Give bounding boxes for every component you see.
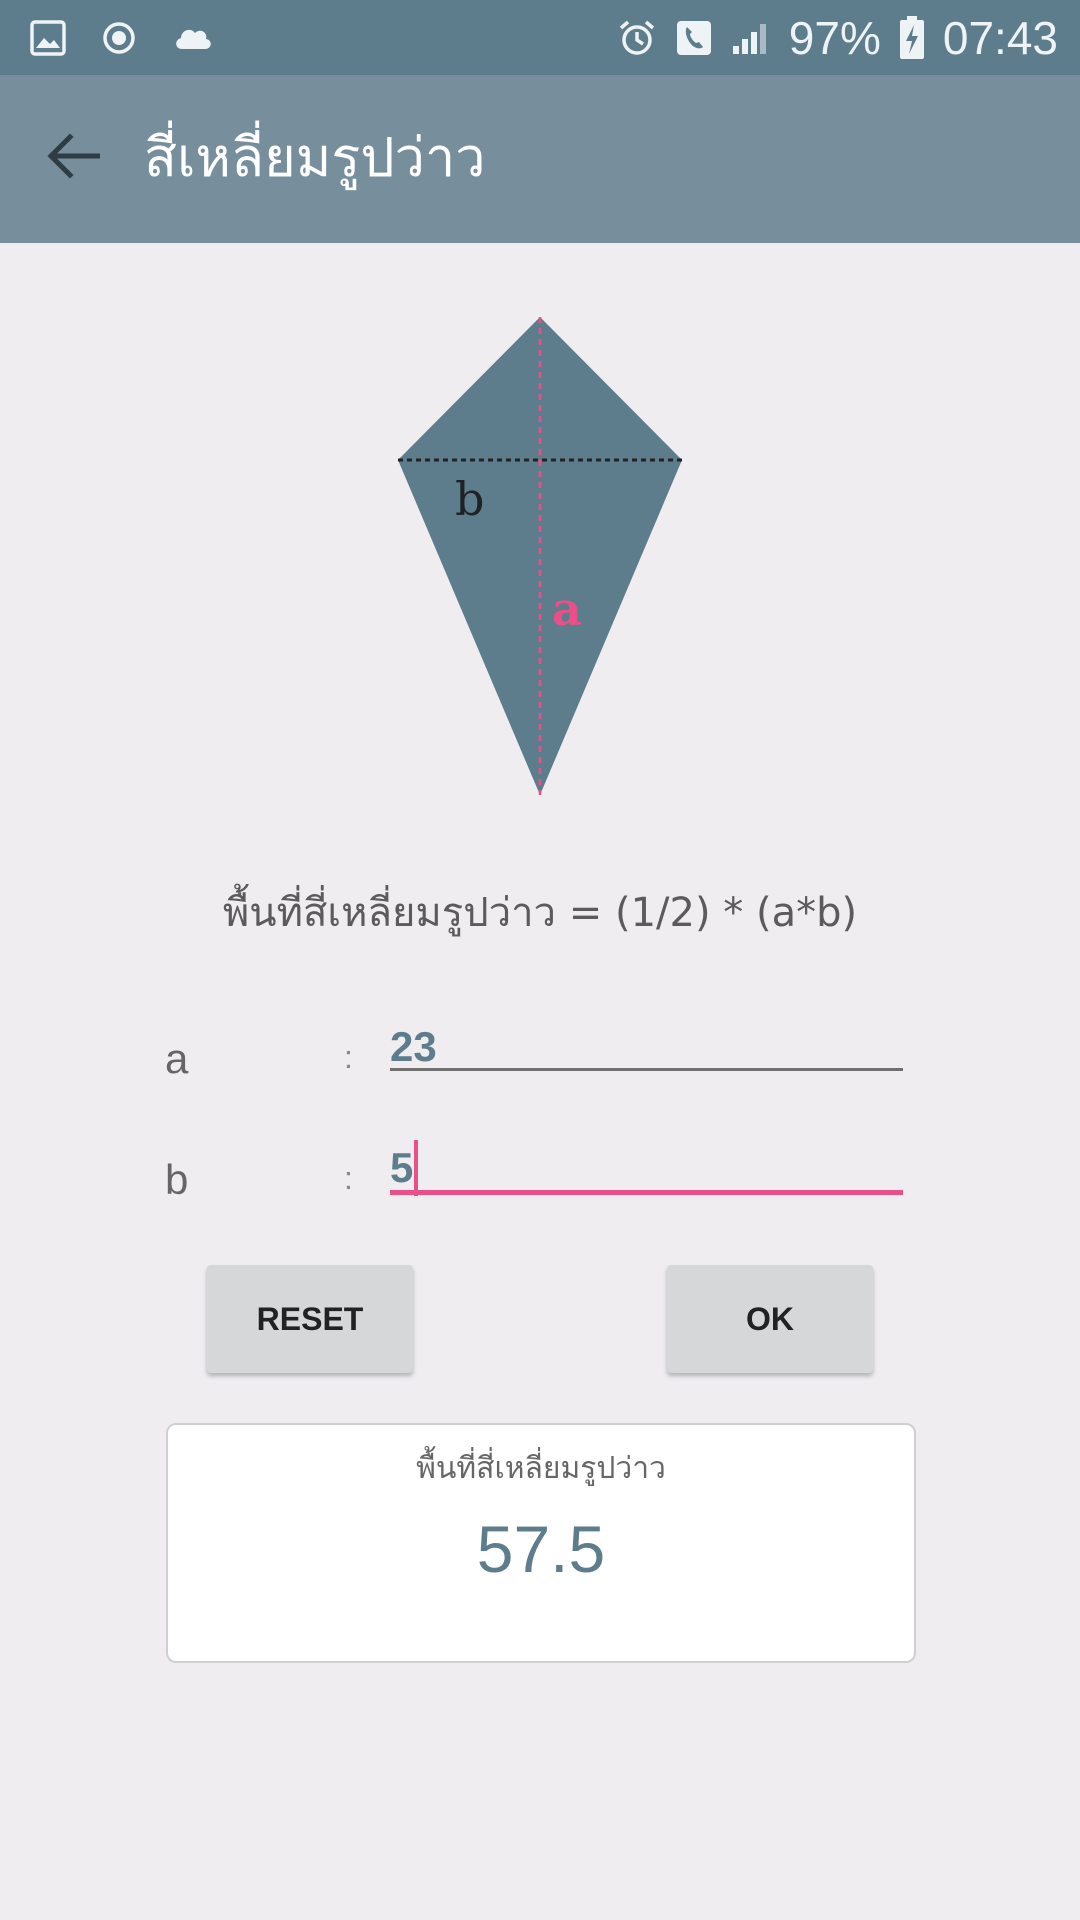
record-icon bbox=[102, 21, 136, 55]
field-row-b: b : bbox=[0, 1138, 1080, 1238]
field-a-label: a bbox=[165, 1035, 189, 1082]
kite-diagram: b a bbox=[380, 305, 700, 805]
field-row-a: a : bbox=[0, 1017, 1080, 1117]
result-value: 57.5 bbox=[476, 1512, 606, 1586]
status-bar-left bbox=[30, 0, 214, 75]
signal-icon bbox=[731, 20, 771, 56]
field-b-input[interactable] bbox=[390, 1138, 902, 1198]
formula-text: พื้นที่สี่เหลี่ยมรูปว่าว = (1/2) * (a*b) bbox=[222, 890, 858, 936]
field-b-colon: : bbox=[344, 1160, 353, 1196]
alarm-icon bbox=[617, 18, 657, 58]
back-button[interactable] bbox=[38, 121, 108, 191]
result-label: พื้นที่สี่เหลี่ยมรูปว่าว bbox=[416, 1451, 666, 1486]
battery-percent: 97% bbox=[788, 11, 881, 64]
arrow-left-icon bbox=[46, 133, 100, 179]
app-bar: สี่เหลี่ยมรูปว่าว bbox=[0, 75, 1080, 243]
status-bar: 97% 07:43 bbox=[0, 0, 1080, 75]
text-cursor bbox=[414, 1140, 418, 1196]
diagram-label-b: b bbox=[455, 472, 484, 526]
cloud-icon bbox=[172, 23, 214, 53]
status-bar-right: 97% 07:43 bbox=[617, 0, 1058, 75]
call-icon bbox=[675, 19, 713, 57]
page-title: สี่เหลี่ยมรูปว่าว bbox=[144, 126, 486, 189]
diagram-label-a: a bbox=[552, 582, 582, 636]
field-b-underline bbox=[390, 1190, 903, 1195]
ok-button[interactable]: OK bbox=[667, 1265, 873, 1373]
field-a-underline bbox=[390, 1068, 903, 1071]
kite-svg: b a bbox=[398, 317, 682, 795]
clock: 07:43 bbox=[942, 11, 1058, 64]
battery-charging-icon bbox=[899, 15, 925, 60]
reset-button[interactable]: RESET bbox=[207, 1265, 413, 1373]
field-b-label: b bbox=[165, 1156, 189, 1203]
gallery-icon bbox=[30, 19, 66, 56]
field-a-colon: : bbox=[344, 1039, 353, 1075]
result-card: พื้นที่สี่เหลี่ยมรูปว่าว 57.5 bbox=[166, 1423, 916, 1663]
